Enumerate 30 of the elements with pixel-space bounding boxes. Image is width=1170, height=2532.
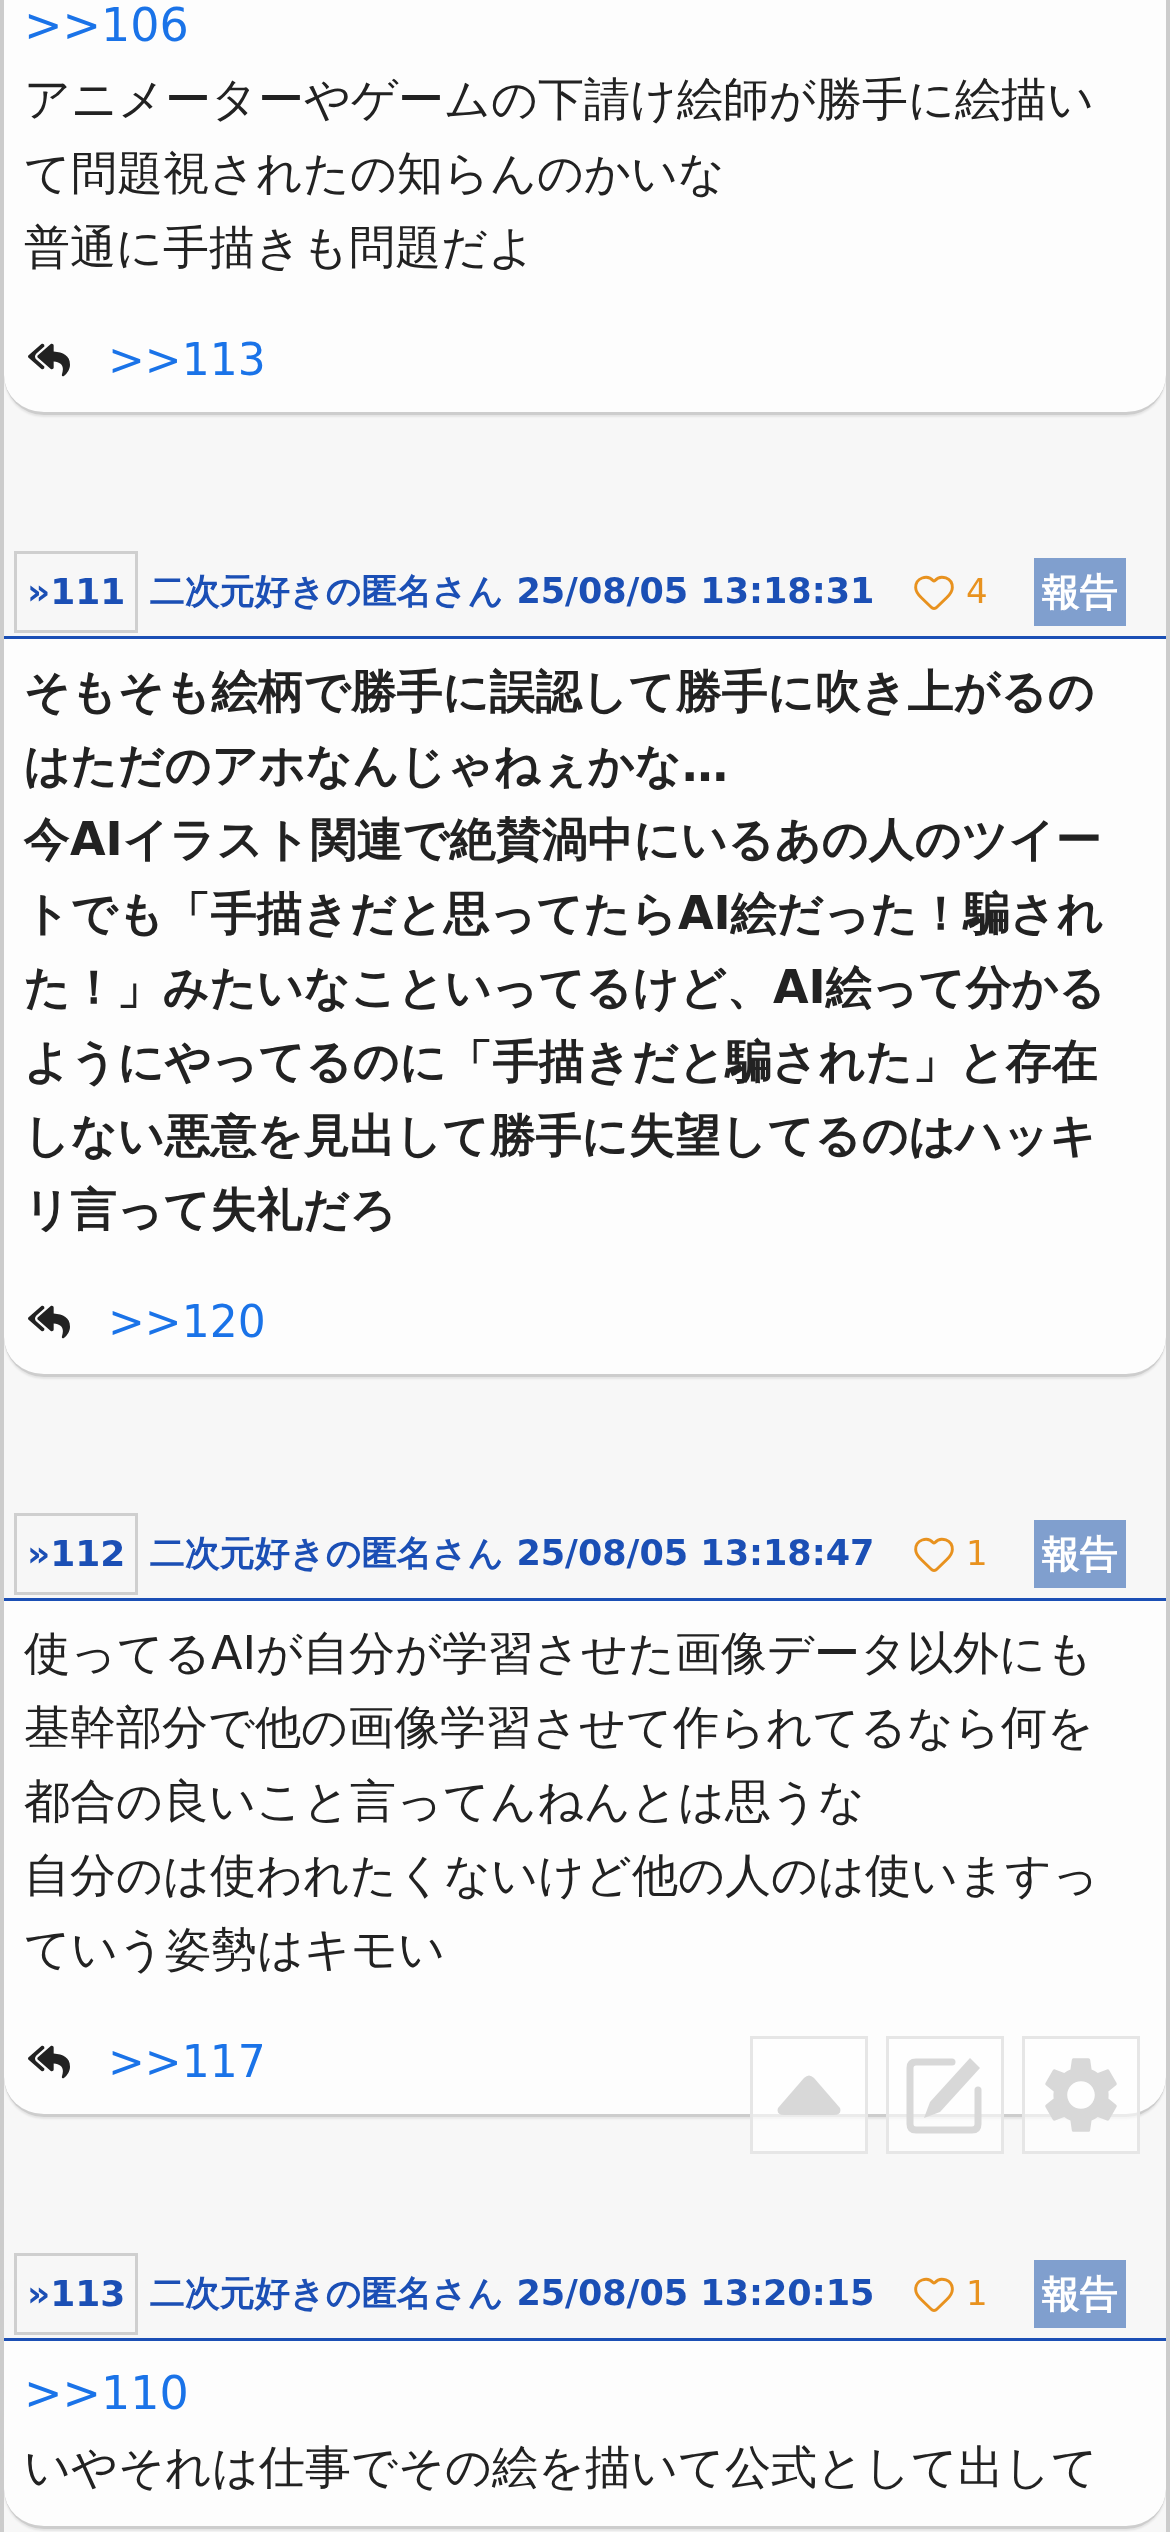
reply-link[interactable]: >>120 (108, 1289, 266, 1355)
write-button[interactable] (886, 2036, 1004, 2154)
reply-link[interactable]: >>117 (108, 2029, 266, 2095)
post-text: 今AIイラスト関連で絶賛渦中にいるあの人のツイートでも「手描きだと思ってたらAI絵だった！騙された！」みたいなこといってるけど、AI絵って分かるようにやってるのに「手描きだと騙された」と存在しない悪意を見出して勝手に失望してるのはハッキリ言って失礼だろ (24, 811, 1107, 1238)
report-button[interactable]: 報告 (1034, 1519, 1126, 1588)
poster-name: 二次元好きの匿名さん (150, 570, 505, 614)
poster-name: 二次元好きの匿名さん (150, 1532, 505, 1576)
post-text: 普通に手描きも問題だよ (24, 219, 536, 276)
scroll-top-button[interactable] (750, 2036, 868, 2154)
post-text: アニメーターやゲームの下請け絵師が勝手に絵描いて問題視されたの知らんのかいな (24, 71, 1095, 202)
post-text: そもそも絵柄で勝手に誤認して勝手に吹き上がるのはただのアホなんじゃねぇかな… (24, 663, 1096, 794)
post-date: 25/08/05 13:18:47 (516, 1532, 875, 1576)
post-number-link[interactable]: »112 (14, 1512, 139, 1595)
post-text: いやそれは仕事でその絵を描いて公式として出して (24, 2439, 1099, 2496)
post-text: 自分のは使われたくないけど他の人のは使いますっていう姿勢はキモい (24, 1847, 1100, 1978)
quote-link[interactable]: >>110 (24, 2366, 189, 2420)
report-button[interactable]: 報告 (1034, 557, 1126, 626)
post-number-link[interactable]: »113 (14, 2252, 139, 2335)
post-text: 使ってるAIが自分が学習させた画像データ以外にも基幹部分で他の画像学習させて作られてるなら何を都合の良いこと言ってんねんとは思うな (24, 1625, 1095, 1830)
quote-link[interactable]: >>106 (24, 0, 189, 52)
settings-button[interactable] (1022, 2036, 1140, 2154)
post-date: 25/08/05 13:20:15 (516, 2272, 875, 2316)
like-count: 1 (966, 1532, 989, 1575)
poster-name: 二次元好きの匿名さん (150, 2272, 505, 2316)
like-count: 4 (966, 570, 989, 613)
report-button[interactable]: 報告 (1034, 2259, 1126, 2328)
post-number-link[interactable]: »111 (14, 550, 139, 633)
like-count: 1 (966, 2272, 989, 2315)
post-date: 25/08/05 13:18:31 (516, 570, 875, 614)
reply-link[interactable]: >>113 (108, 327, 266, 393)
